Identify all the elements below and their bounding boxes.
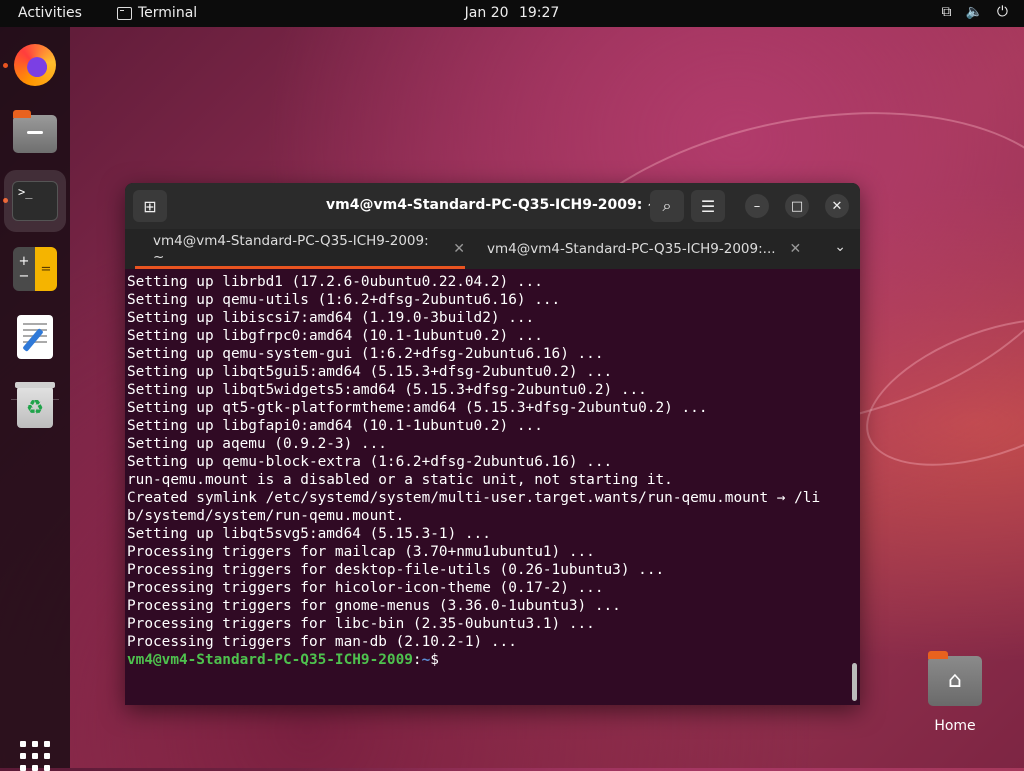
running-indicator	[3, 63, 8, 68]
tab-label: vm4@vm4-Standard-PC-Q35-ICH9-2009:...	[487, 241, 776, 257]
show-apps-icon[interactable]	[20, 741, 50, 771]
prompt-user: vm4@vm4-Standard-PC-Q35-ICH9-2009	[127, 652, 413, 668]
terminal-line: Setting up libqt5svg5:amd64 (5.15.3-1) .…	[127, 526, 491, 542]
scrollbar[interactable]	[852, 663, 857, 701]
dock-firefox[interactable]	[11, 41, 59, 89]
terminal-line: Processing triggers for gnome-menus (3.3…	[127, 598, 621, 614]
tab-label: vm4@vm4-Standard-PC-Q35-ICH9-2009: ~	[153, 233, 429, 265]
terminal-line: Setting up libqt5gui5:amd64 (5.15.3+dfsg…	[127, 364, 613, 380]
dock-files[interactable]	[11, 110, 59, 158]
terminal-output[interactable]: Setting up librbd1 (17.2.6-0ubuntu0.22.0…	[127, 273, 852, 703]
network-icon[interactable]: ⧉	[941, 4, 951, 20]
dock: >_ + − = ♻	[0, 27, 70, 771]
terminal-line: Setting up librbd1 (17.2.6-0ubuntu0.22.0…	[127, 274, 543, 290]
terminal-icon: >_	[12, 181, 58, 221]
terminal-line: Processing triggers for desktop-file-uti…	[127, 562, 665, 578]
text-editor-icon	[17, 315, 53, 359]
tabs-dropdown-icon[interactable]: ⌄	[834, 239, 846, 255]
tab-1[interactable]: vm4@vm4-Standard-PC-Q35-ICH9-2009: ~ ✕	[135, 229, 465, 269]
tab-close-icon[interactable]: ✕	[790, 241, 802, 257]
tab-2[interactable]: vm4@vm4-Standard-PC-Q35-ICH9-2009:... ✕	[487, 229, 807, 269]
menu-button[interactable]: ☰	[691, 190, 725, 222]
minimize-icon: –	[753, 198, 761, 214]
terminal-line: Processing triggers for man-db (2.10.2-1…	[127, 634, 517, 650]
terminal-line: Processing triggers for hicolor-icon-the…	[127, 580, 604, 596]
maximize-icon: □	[790, 198, 804, 214]
system-tray[interactable]: ⧉ 🔈 ⏻	[941, 4, 1008, 20]
search-button[interactable]: ⌕	[650, 190, 684, 222]
home-folder-icon: ⌂	[928, 651, 982, 706]
hamburger-icon: ☰	[700, 196, 716, 216]
prompt-symbol: $	[430, 652, 448, 668]
files-icon	[13, 110, 57, 153]
terminal-line: Processing triggers for libc-bin (2.35-0…	[127, 616, 595, 632]
firefox-icon	[14, 44, 56, 86]
volume-icon[interactable]: 🔈	[965, 4, 982, 20]
close-icon: ✕	[831, 198, 843, 214]
clock-time: 19:27	[518, 5, 560, 21]
terminal-window: ⊞ vm4@vm4-Standard-PC-Q35-ICH9-2009: ~ ⌕…	[125, 183, 860, 705]
dock-text-editor[interactable]	[11, 313, 59, 361]
terminal-line: Setting up qt5-gtk-platformtheme:amd64 (…	[127, 400, 708, 416]
calculator-icon: + − =	[13, 247, 57, 291]
prompt-path: ~	[421, 652, 431, 668]
terminal-line: Setting up libqt5widgets5:amd64 (5.15.3+…	[127, 382, 647, 398]
home-label: Home	[934, 718, 976, 734]
window-headerbar[interactable]: ⊞ vm4@vm4-Standard-PC-Q35-ICH9-2009: ~ ⌕…	[125, 183, 860, 229]
dock-terminal[interactable]: >_	[4, 170, 66, 232]
top-bar: Activities Terminal Jan 20 19:27 ⧉ 🔈 ⏻	[0, 0, 1024, 27]
close-button[interactable]: ✕	[825, 194, 849, 218]
search-icon: ⌕	[662, 196, 672, 215]
power-icon[interactable]: ⏻	[997, 4, 1008, 20]
clock[interactable]: Jan 20 19:27	[0, 5, 1024, 21]
terminal-line: b/systemd/system/run-qemu.mount.	[127, 508, 405, 524]
clock-date: Jan 20	[464, 5, 509, 21]
dock-trash[interactable]: ♻	[11, 382, 59, 431]
tab-bar: vm4@vm4-Standard-PC-Q35-ICH9-2009: ~ ✕ v…	[125, 229, 860, 269]
terminal-prompt: vm4@vm4-Standard-PC-Q35-ICH9-2009:~$	[127, 651, 852, 669]
terminal-line: run-qemu.mount is a disabled or a static…	[127, 472, 673, 488]
terminal-line: Setting up qemu-system-gui (1:6.2+dfsg-2…	[127, 346, 604, 362]
terminal-line: Setting up qemu-block-extra (1:6.2+dfsg-…	[127, 454, 613, 470]
tab-close-icon[interactable]: ✕	[453, 241, 465, 257]
trash-icon: ♻	[15, 382, 55, 428]
terminal-line: Setting up libgfrpc0:amd64 (10.1-1ubuntu…	[127, 328, 543, 344]
maximize-button[interactable]: □	[785, 194, 809, 218]
terminal-line: Setting up aqemu (0.9.2-3) ...	[127, 436, 387, 452]
minimize-button[interactable]: –	[745, 194, 769, 218]
terminal-line: Setting up libiscsi7:amd64 (1.19.0-3buil…	[127, 310, 535, 326]
terminal-line: Setting up qemu-utils (1:6.2+dfsg-2ubunt…	[127, 292, 561, 308]
prompt-separator: :	[412, 652, 422, 668]
terminal-line: Processing triggers for mailcap (3.70+nm…	[127, 544, 595, 560]
terminal-line: Created symlink /etc/systemd/system/mult…	[127, 490, 821, 506]
dock-calculator[interactable]: + − =	[11, 245, 59, 293]
terminal-line: Setting up libgfapi0:amd64 (10.1-1ubuntu…	[127, 418, 543, 434]
desktop-home-icon[interactable]: ⌂ Home	[926, 651, 984, 746]
